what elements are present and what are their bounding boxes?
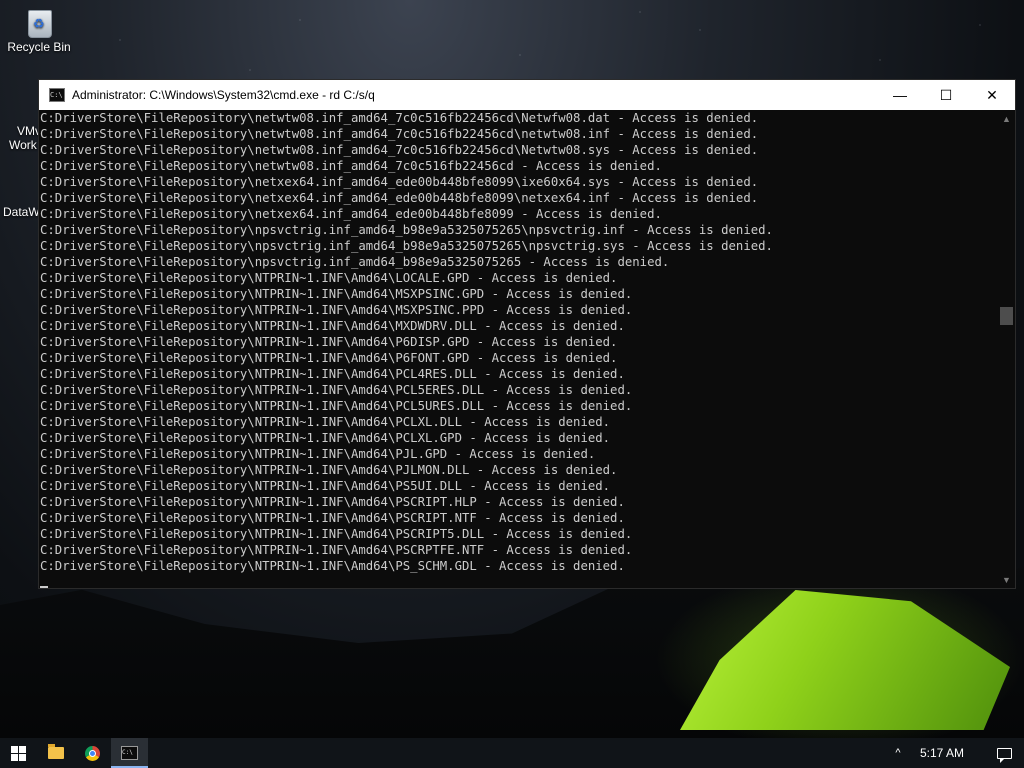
show-hidden-icons-chevron-icon[interactable]: ^ (886, 747, 910, 759)
close-button[interactable]: ✕ (969, 80, 1015, 110)
scroll-down-arrow-icon[interactable]: ▼ (998, 571, 1015, 588)
minimize-button[interactable]: — (877, 80, 923, 110)
console-line: C:DriverStore\FileRepository\npsvctrig.i… (40, 239, 773, 253)
folder-icon (47, 744, 64, 759)
console-line: C:DriverStore\FileRepository\NTPRIN~1.IN… (40, 335, 618, 349)
console-cursor-line (40, 574, 998, 588)
scrollbar-thumb[interactable] (1000, 307, 1013, 325)
start-button[interactable] (0, 738, 37, 768)
text-cursor (40, 586, 48, 588)
console-line: C:DriverStore\FileRepository\NTPRIN~1.IN… (40, 431, 611, 445)
close-icon: ✕ (986, 86, 998, 103)
cmd-app-icon[interactable]: C:\ (49, 88, 65, 102)
console-line: C:DriverStore\FileRepository\NTPRIN~1.IN… (40, 367, 625, 381)
console-line: C:DriverStore\FileRepository\netwtw08.in… (40, 143, 759, 157)
datawarehouse-desktop-icon[interactable]: DataW (0, 205, 40, 219)
console-line: C:DriverStore\FileRepository\NTPRIN~1.IN… (40, 463, 618, 477)
console-line: C:DriverStore\FileRepository\NTPRIN~1.IN… (40, 319, 625, 333)
maximize-button[interactable]: ☐ (923, 80, 969, 110)
window-titlebar[interactable]: C:\ Administrator: C:\Windows\System32\c… (39, 80, 1015, 110)
console-line: C:DriverStore\FileRepository\netxex64.in… (40, 191, 759, 205)
console-line: C:DriverStore\FileRepository\NTPRIN~1.IN… (40, 559, 625, 573)
console-line: C:DriverStore\FileRepository\netxex64.in… (40, 207, 662, 221)
chrome-icon (85, 745, 100, 761)
console-line: C:DriverStore\FileRepository\NTPRIN~1.IN… (40, 271, 618, 285)
notification-icon (996, 747, 1012, 763)
console-line: C:DriverStore\FileRepository\NTPRIN~1.IN… (40, 415, 611, 429)
console-line: C:DriverStore\FileRepository\NTPRIN~1.IN… (40, 495, 625, 509)
console-line: C:DriverStore\FileRepository\NTPRIN~1.IN… (40, 287, 633, 301)
recycle-bin-icon (25, 6, 53, 38)
vertical-scrollbar[interactable]: ▲ ▼ (998, 110, 1015, 588)
console-output[interactable]: C:DriverStore\FileRepository\netwtw08.in… (39, 110, 998, 588)
scroll-up-arrow-icon[interactable]: ▲ (998, 110, 1015, 127)
vmware-desktop-icon[interactable]: VMv Work (0, 124, 40, 152)
taskbar-chrome[interactable] (74, 738, 111, 768)
console-line: C:DriverStore\FileRepository\netwtw08.in… (40, 127, 759, 141)
action-center-button[interactable] (984, 738, 1024, 768)
console-line: C:DriverStore\FileRepository\NTPRIN~1.IN… (40, 303, 633, 317)
console-line: C:DriverStore\FileRepository\npsvctrig.i… (40, 223, 773, 237)
minimize-icon: — (893, 87, 907, 103)
system-tray: ^ 5:17 AM (886, 738, 1024, 768)
console-line: C:DriverStore\FileRepository\NTPRIN~1.IN… (40, 383, 633, 397)
window-controls: — ☐ ✕ (877, 80, 1015, 110)
vmware-label-line1: VMv (17, 124, 40, 138)
datawarehouse-label: DataW (3, 205, 40, 219)
recycle-bin-desktop-icon[interactable]: Recycle Bin (4, 6, 74, 54)
console-line: C:DriverStore\FileRepository\NTPRIN~1.IN… (40, 511, 625, 525)
console-line: C:DriverStore\FileRepository\NTPRIN~1.IN… (40, 399, 633, 413)
console-line: C:DriverStore\FileRepository\netwtw08.in… (40, 159, 662, 173)
taskbar-cmd[interactable]: C:\ (111, 738, 148, 768)
cmd-window[interactable]: C:\ Administrator: C:\Windows\System32\c… (38, 79, 1016, 589)
recycle-bin-label: Recycle Bin (7, 40, 71, 54)
console-line: C:DriverStore\FileRepository\NTPRIN~1.IN… (40, 527, 633, 541)
window-title: Administrator: C:\Windows\System32\cmd.e… (72, 88, 375, 102)
console-line: C:DriverStore\FileRepository\NTPRIN~1.IN… (40, 479, 611, 493)
maximize-icon: ☐ (939, 86, 953, 103)
taskbar-clock[interactable]: 5:17 AM (920, 746, 964, 760)
taskbar: C:\ ^ 5:17 AM (0, 738, 1024, 768)
console-line: C:DriverStore\FileRepository\NTPRIN~1.IN… (40, 543, 633, 557)
taskbar-file-explorer[interactable] (37, 738, 74, 768)
console-line: C:DriverStore\FileRepository\npsvctrig.i… (40, 255, 670, 269)
console-line: C:DriverStore\FileRepository\NTPRIN~1.IN… (40, 351, 618, 365)
console-line: C:DriverStore\FileRepository\NTPRIN~1.IN… (40, 447, 596, 461)
windows-logo-icon (11, 745, 26, 761)
console-line: C:DriverStore\FileRepository\netwtw08.in… (40, 111, 759, 125)
console-line: C:DriverStore\FileRepository\netxex64.in… (40, 175, 759, 189)
cmd-taskbar-icon: C:\ (121, 746, 138, 760)
vmware-label-line2: Work (9, 138, 37, 152)
